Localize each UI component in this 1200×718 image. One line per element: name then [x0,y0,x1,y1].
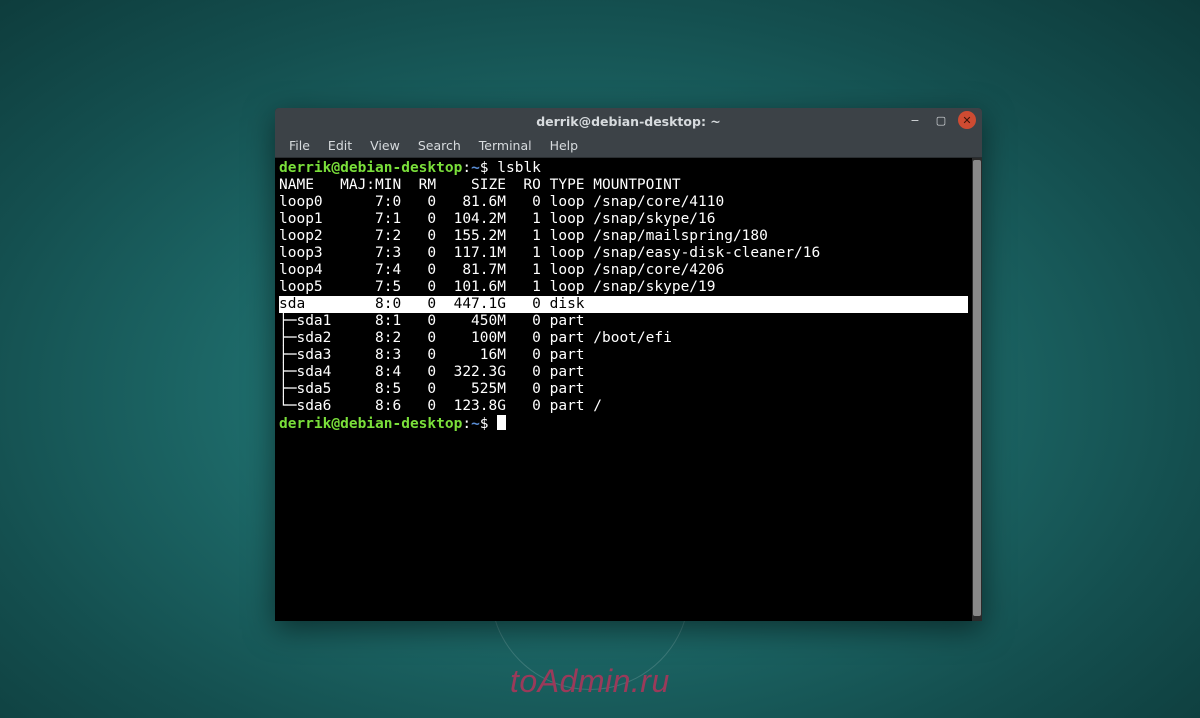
menu-edit[interactable]: Edit [320,136,360,155]
terminal-window: derrik@debian-desktop: ~ − ▢ ✕ File Edit… [275,108,982,621]
watermark-text: toAdmin.ru [510,663,670,700]
window-titlebar[interactable]: derrik@debian-desktop: ~ − ▢ ✕ [275,108,982,134]
window-title: derrik@debian-desktop: ~ [275,114,982,129]
terminal-output[interactable]: derrik@debian-desktop:~$ lsblk NAME MAJ:… [275,158,972,621]
minimize-button[interactable]: − [906,111,924,129]
menu-help[interactable]: Help [542,136,587,155]
scrollbar[interactable] [972,158,982,621]
menu-terminal[interactable]: Terminal [471,136,540,155]
terminal-body-wrap: derrik@debian-desktop:~$ lsblk NAME MAJ:… [275,158,982,621]
maximize-button[interactable]: ▢ [932,111,950,129]
menu-search[interactable]: Search [410,136,469,155]
menubar: File Edit View Search Terminal Help [275,134,982,158]
close-button[interactable]: ✕ [958,111,976,129]
menu-view[interactable]: View [362,136,408,155]
window-controls: − ▢ ✕ [906,111,976,129]
menu-file[interactable]: File [281,136,318,155]
terminal-cursor [497,415,506,430]
scrollbar-thumb[interactable] [973,160,981,616]
